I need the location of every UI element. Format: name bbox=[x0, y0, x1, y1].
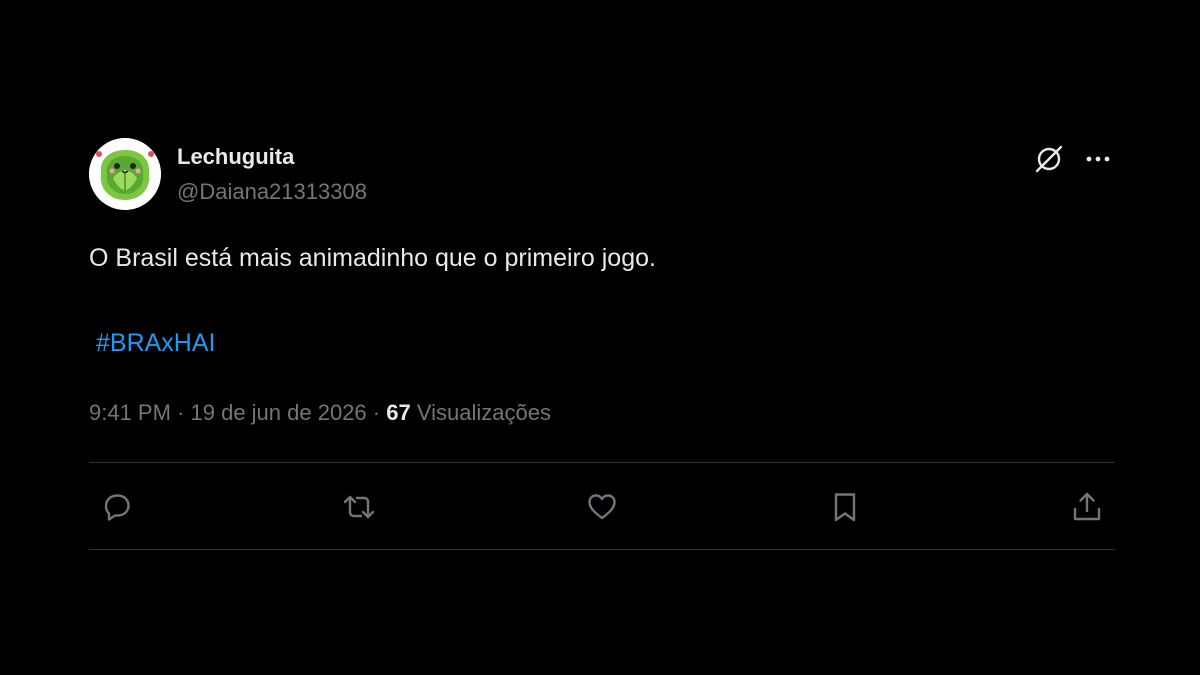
views-count[interactable]: 67 bbox=[386, 400, 410, 425]
share-button[interactable] bbox=[1068, 488, 1106, 526]
lettuce-avatar-icon bbox=[89, 138, 161, 210]
retweet-button[interactable] bbox=[340, 488, 378, 526]
heart-icon bbox=[588, 494, 616, 520]
tweet-card[interactable]: Lechuguita @Daiana21313308 O Brasil está… bbox=[89, 138, 1115, 550]
tweet-time[interactable]: 9:41 PM bbox=[89, 400, 171, 425]
bookmark-icon bbox=[834, 493, 856, 522]
views-label: Visualizações bbox=[410, 400, 551, 425]
hashtag-link[interactable]: #BRAxHAI bbox=[96, 329, 215, 358]
avatar[interactable] bbox=[89, 138, 161, 210]
divider bbox=[89, 549, 1115, 550]
tweet-meta: 9:41 PM · 19 de jun de 2026 · 67 Visuali… bbox=[89, 400, 551, 426]
bookmark-button[interactable] bbox=[826, 488, 864, 526]
tweet-header: Lechuguita @Daiana21313308 bbox=[89, 138, 1115, 212]
tweet-date[interactable]: 19 de jun de 2026 bbox=[191, 400, 367, 425]
like-button[interactable] bbox=[583, 488, 621, 526]
retweet-icon bbox=[343, 495, 375, 519]
author-name[interactable]: Lechuguita bbox=[177, 144, 294, 170]
divider bbox=[89, 462, 1115, 463]
tweet-text: O Brasil está mais animadinho que o prim… bbox=[89, 244, 656, 272]
reply-icon bbox=[104, 494, 130, 521]
author-handle[interactable]: @Daiana21313308 bbox=[177, 179, 367, 205]
grok-icon[interactable] bbox=[1032, 142, 1066, 176]
meta-separator: · bbox=[366, 400, 387, 425]
more-icon[interactable] bbox=[1081, 142, 1115, 176]
reply-button[interactable] bbox=[98, 488, 136, 526]
share-icon bbox=[1073, 492, 1101, 521]
meta-separator: · bbox=[170, 400, 191, 425]
